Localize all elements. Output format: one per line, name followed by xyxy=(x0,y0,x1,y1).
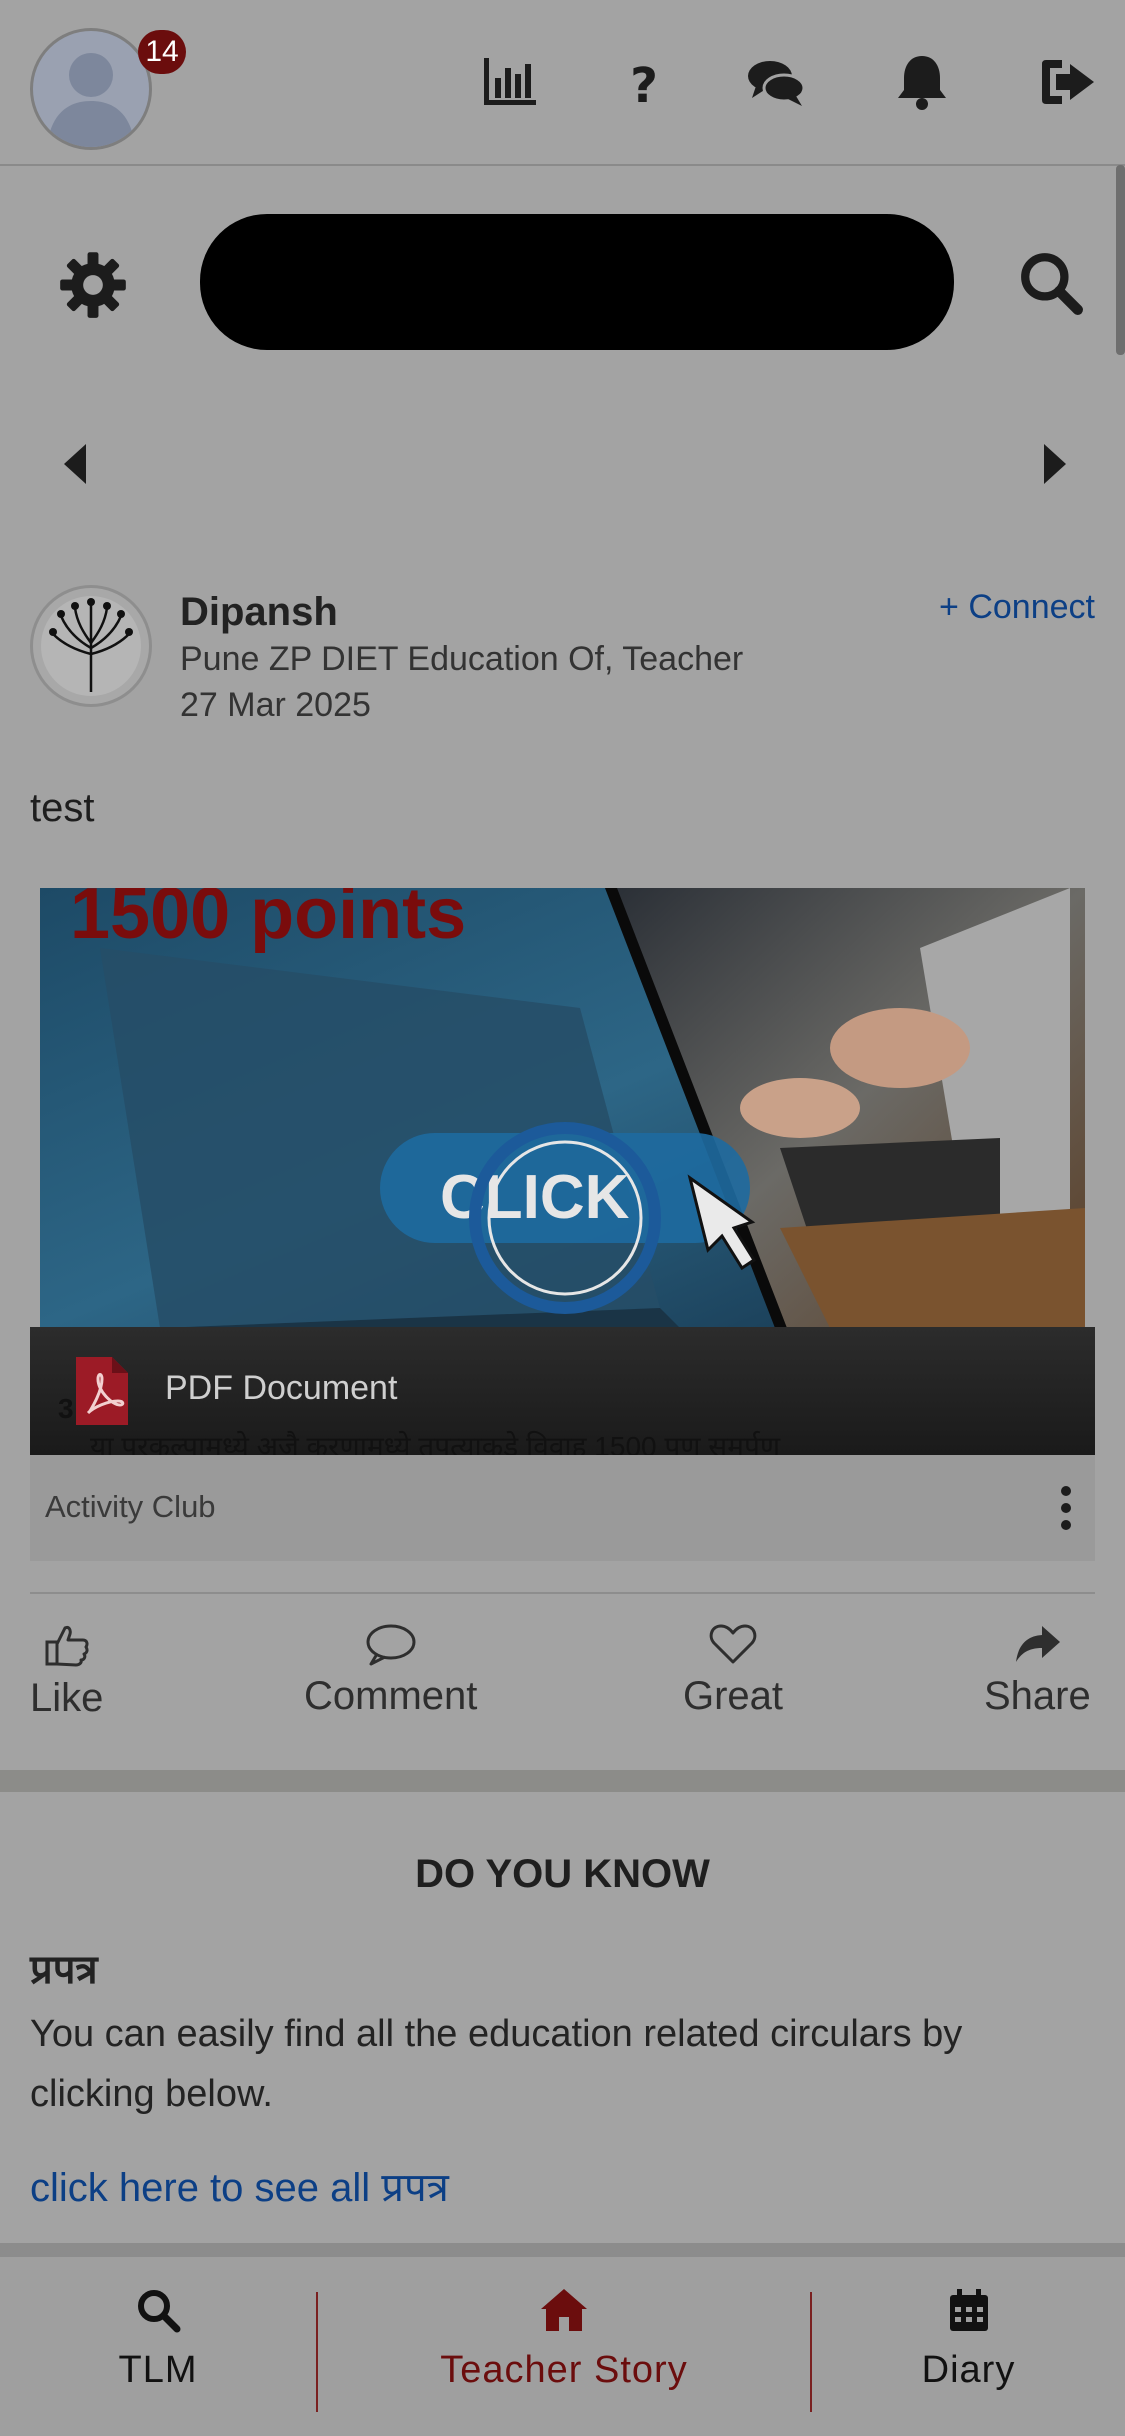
dyk-heading: प्रपत्र xyxy=(30,1948,98,1992)
post-image[interactable]: 1500 points CLICK xyxy=(40,888,1085,1328)
image-click-text: CLICK xyxy=(440,1163,630,1232)
help-icon[interactable]: ? xyxy=(612,50,676,114)
laptop-promo-graphic: 1500 points CLICK xyxy=(40,888,1085,1328)
club-label[interactable]: Activity Club xyxy=(45,1489,216,1525)
author-avatar[interactable] xyxy=(30,585,152,707)
person-silhouette-icon xyxy=(47,53,135,147)
nav-diary-label: Diary xyxy=(921,2349,1016,2391)
tree-logo-icon xyxy=(41,596,141,696)
dyk-body: You can easily find all the education re… xyxy=(30,2013,963,2115)
gear-icon[interactable] xyxy=(58,250,128,320)
notification-count-badge: 14 xyxy=(138,30,186,74)
connect-button[interactable]: + Connect xyxy=(939,588,1095,627)
thumbs-up-icon xyxy=(45,1626,89,1667)
more-options-icon[interactable] xyxy=(1059,1485,1073,1531)
share-icon xyxy=(1016,1626,1061,1662)
bell-icon[interactable] xyxy=(890,50,954,114)
chat-icon[interactable] xyxy=(744,50,808,114)
author-name[interactable]: Dipansh xyxy=(180,590,338,635)
next-arrow-icon[interactable] xyxy=(1034,440,1074,488)
scrollbar-thumb[interactable] xyxy=(1116,165,1125,355)
great-label: Great xyxy=(683,1674,784,1718)
image-banner-text: 1500 points xyxy=(70,888,466,954)
great-button[interactable]: Great xyxy=(683,1622,783,1719)
bottom-navigation: TLM Teacher Story Diary xyxy=(0,2257,1125,2436)
profile-avatar[interactable] xyxy=(30,28,152,150)
activity-club-row: Activity Club xyxy=(30,1455,1095,1561)
post-date: 27 Mar 2025 xyxy=(180,686,371,724)
search-icon[interactable] xyxy=(1018,250,1084,316)
nav-tlm[interactable]: TLM xyxy=(0,2257,316,2436)
search-icon xyxy=(138,2290,181,2333)
logout-icon[interactable] xyxy=(1036,50,1100,114)
nav-teacher-story[interactable]: Teacher Story xyxy=(318,2257,810,2436)
top-header: 14 ? xyxy=(0,0,1125,166)
attachment-snippet: या परकल्पामध्ये अजै करणामध्ये तपत्याकडे … xyxy=(90,1431,781,1455)
nav-diary[interactable]: Diary xyxy=(812,2257,1125,2436)
attachment-number: 3 xyxy=(58,1393,74,1424)
search-input[interactable] xyxy=(200,214,954,350)
stats-icon[interactable] xyxy=(478,50,542,114)
section-separator xyxy=(0,1770,1125,1792)
like-button[interactable]: Like xyxy=(30,1622,103,1721)
share-label: Share xyxy=(984,1674,1091,1718)
calendar-icon xyxy=(949,2289,988,2331)
share-button[interactable]: Share xyxy=(984,1622,1091,1719)
previous-arrow-icon[interactable] xyxy=(56,440,96,488)
comment-icon xyxy=(366,1624,416,1666)
dyk-title: DO YOU KNOW xyxy=(415,1852,710,1896)
like-label: Like xyxy=(30,1676,104,1720)
home-icon xyxy=(541,2289,587,2331)
comment-label: Comment xyxy=(304,1674,478,1718)
nav-teacher-story-label: Teacher Story xyxy=(440,2349,688,2391)
pdf-file-icon xyxy=(76,1357,128,1425)
heart-icon xyxy=(709,1624,757,1664)
pdf-attachment[interactable]: PDF Document 3 या परकल्पामध्ये अजै करणाम… xyxy=(30,1327,1095,1455)
circulars-link[interactable]: click here to see all प्रपत्र xyxy=(30,2158,449,2213)
bottom-separator xyxy=(0,2243,1125,2257)
author-subtitle: Pune ZP DIET Education Of, Teacher xyxy=(180,640,744,678)
svg-text:?: ? xyxy=(630,58,658,114)
comment-button[interactable]: Comment xyxy=(304,1622,477,1719)
divider xyxy=(30,1592,1095,1594)
pdf-label: PDF Document xyxy=(165,1369,398,1407)
nav-tlm-label: TLM xyxy=(118,2349,198,2391)
post-text: test xyxy=(30,786,95,830)
